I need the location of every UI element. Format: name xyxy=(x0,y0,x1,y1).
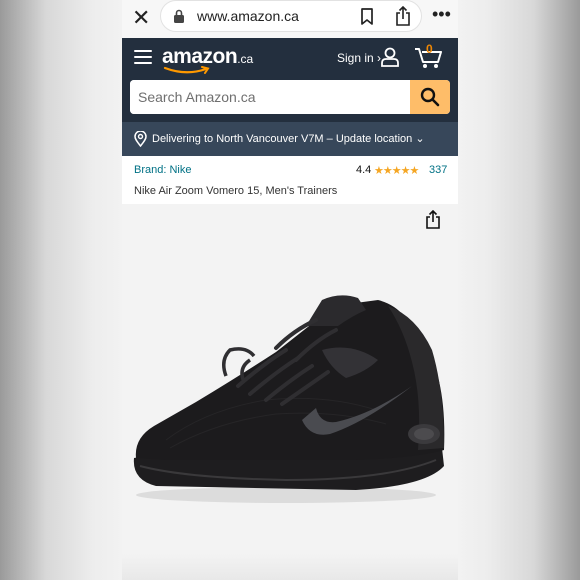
cart-count-badge: 0 xyxy=(426,42,433,56)
image-bottom-fade xyxy=(122,554,458,580)
brand-link[interactable]: Brand: Nike xyxy=(134,164,191,176)
product-section: Brand: Nike 4.4 ★★★★★ 337 Nike Air Zoom … xyxy=(122,156,458,580)
close-icon[interactable]: ✕ xyxy=(132,7,150,29)
share-icon[interactable] xyxy=(395,6,411,26)
star-rating-icon[interactable]: ★★★★★ xyxy=(374,164,419,177)
lock-icon xyxy=(174,9,184,23)
rating-count-link[interactable]: 337 xyxy=(429,164,447,176)
address-bar[interactable]: www.amazon.ca xyxy=(160,0,422,32)
product-title: Nike Air Zoom Vomero 15, Men's Trainers xyxy=(134,185,338,197)
share-icon[interactable] xyxy=(425,210,441,229)
search-bar xyxy=(130,80,450,114)
site-header: amazon.ca Sign in › 0 Delivering to Nort… xyxy=(122,38,458,156)
url-text: www.amazon.ca xyxy=(197,8,299,24)
menu-icon[interactable] xyxy=(134,50,152,64)
product-image-carousel[interactable] xyxy=(122,204,458,580)
search-input[interactable] xyxy=(130,80,408,114)
search-button[interactable] xyxy=(410,80,450,114)
sign-in-link[interactable]: Sign in › xyxy=(337,51,381,65)
rating-value: 4.4 xyxy=(356,164,372,176)
bookmark-icon[interactable] xyxy=(360,8,374,25)
search-icon xyxy=(420,87,440,107)
more-icon[interactable]: ••• xyxy=(432,4,451,25)
user-icon[interactable] xyxy=(380,47,400,67)
browser-toolbar: ✕ www.amazon.ca ••• xyxy=(122,0,458,38)
location-pin-icon xyxy=(134,131,147,147)
delivery-location-bar[interactable]: Delivering to North Vancouver V7M – Upda… xyxy=(122,122,458,156)
product-image xyxy=(133,295,445,503)
logo-smile-icon xyxy=(163,66,210,74)
delivery-text: Delivering to North Vancouver V7M – Upda… xyxy=(152,133,425,145)
